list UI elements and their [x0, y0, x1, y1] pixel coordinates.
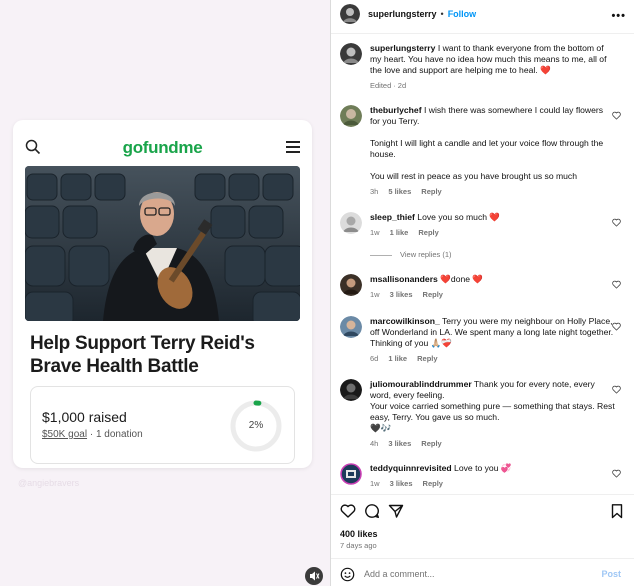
- comment-username[interactable]: sleep_thief: [370, 212, 415, 222]
- comment-time: 4h: [370, 439, 379, 448]
- comment-body: marcowilkinson_ Terry you were my neighb…: [370, 316, 615, 364]
- comment-meta: 6d 1 like Reply: [370, 353, 615, 364]
- comment-icon[interactable]: [364, 503, 380, 519]
- goal-link[interactable]: $50K goal: [42, 429, 87, 440]
- comment-text-line: You will rest in peace as you have broug…: [370, 171, 578, 181]
- comment-meta: 1w 1 like Reply: [370, 227, 615, 238]
- avatar[interactable]: [340, 274, 362, 296]
- comment-text: ❤️done ❤️: [437, 274, 484, 284]
- more-options-icon[interactable]: •••: [611, 10, 626, 22]
- comment-body: juliomourablinddrummer Thank you for eve…: [370, 379, 615, 449]
- reply-button[interactable]: Reply: [417, 354, 437, 363]
- post-media: gofundme Help Support Terry Reid's Brave…: [0, 0, 330, 586]
- comment-text: Love to you 💞: [451, 463, 512, 473]
- comment-meta: 1w 3 likes Reply: [370, 478, 615, 489]
- comment-input[interactable]: Add a comment...: [364, 569, 435, 579]
- comment-username[interactable]: superlungsterry: [370, 43, 435, 53]
- caption-body: superlungsterry I want to thank everyone…: [370, 43, 615, 91]
- comment-likes[interactable]: 3 likes: [390, 290, 413, 299]
- comment-text-line: Tonight I will light a candle and let yo…: [370, 138, 604, 159]
- comment-time: 6d: [370, 354, 379, 363]
- comment-body: teddyquinnrevisited Love to you 💞 1w 3 li…: [370, 463, 615, 489]
- comment-time: 1w: [370, 228, 380, 237]
- comment-time: 3h: [370, 187, 379, 196]
- comment-text-line: Your voice carried something pure — some…: [370, 401, 615, 422]
- heart-icon[interactable]: [612, 322, 621, 331]
- post-button[interactable]: Post: [601, 569, 621, 579]
- avatar[interactable]: [340, 105, 362, 127]
- donation-count: 1 donation: [95, 429, 143, 440]
- reply-button[interactable]: Reply: [421, 439, 441, 448]
- reply-button[interactable]: Reply: [423, 290, 443, 299]
- screen: gofundme Help Support Terry Reid's Brave…: [0, 0, 634, 586]
- gofundme-logo: gofundme: [122, 138, 203, 157]
- comment-time: 1w: [370, 290, 380, 299]
- heart-icon[interactable]: [612, 280, 621, 289]
- comment-body: sleep_thief Love you so much ❤️ 1w 1 like…: [370, 212, 615, 238]
- comment-text: Love you so much ❤️: [414, 212, 501, 222]
- comment-text-line: 🖤🎶: [370, 423, 392, 433]
- divider: [331, 494, 634, 495]
- comments-panel: superlungsterry • Follow ••• superlungst…: [331, 0, 634, 586]
- heart-icon[interactable]: [612, 111, 621, 120]
- avatar[interactable]: [340, 379, 362, 401]
- post-header: superlungsterry • Follow: [340, 3, 476, 25]
- follow-button[interactable]: Follow: [448, 9, 477, 19]
- avatar[interactable]: [340, 43, 362, 65]
- comment-username[interactable]: juliomourablinddrummer: [370, 379, 472, 389]
- hamburger-menu-icon[interactable]: [286, 141, 300, 153]
- gofundme-card[interactable]: gofundme Help Support Terry Reid's Brave…: [13, 120, 312, 468]
- comment-meta: 1w 3 likes Reply: [370, 289, 615, 300]
- header-username[interactable]: superlungsterry: [368, 9, 437, 19]
- comment-meta: 4h 3 likes Reply: [370, 438, 615, 449]
- amount-raised: $1,000 raised: [42, 409, 127, 425]
- bookmark-icon[interactable]: [609, 503, 625, 519]
- add-comment-row: Add a comment... Post: [340, 566, 625, 584]
- watermark: @angiebravers: [18, 478, 80, 488]
- avatar[interactable]: [340, 316, 362, 338]
- comment-username[interactable]: teddyquinnrevisited: [370, 463, 452, 473]
- comment-username[interactable]: msallisonanders: [370, 274, 438, 284]
- comment-likes[interactable]: 5 likes: [388, 187, 411, 196]
- heart-icon[interactable]: [612, 469, 621, 478]
- post-date: 7 days ago: [340, 541, 377, 550]
- comment-likes[interactable]: 1 like: [390, 228, 409, 237]
- campaign-title: Help Support Terry Reid's Brave Health B…: [30, 333, 255, 377]
- comment-likes[interactable]: 1 like: [388, 354, 407, 363]
- progress-percent: 2%: [248, 420, 264, 431]
- comment-likes[interactable]: 3 likes: [390, 479, 413, 488]
- emoji-icon[interactable]: [340, 567, 355, 582]
- comment-meta: 3h 5 likes Reply: [370, 186, 615, 197]
- post-actions: [340, 503, 625, 521]
- divider: [331, 558, 634, 559]
- comment-time: 1w: [370, 479, 380, 488]
- likes-count[interactable]: 400 likes: [340, 529, 378, 539]
- goal-info: $50K goal · 1 donation: [42, 429, 143, 440]
- separator-dot: •: [440, 9, 444, 19]
- like-icon[interactable]: [340, 503, 356, 519]
- comment-username[interactable]: theburlychef: [370, 105, 422, 115]
- comment-body: theburlychef I wish there was somewhere …: [370, 105, 615, 197]
- heart-icon[interactable]: [612, 385, 621, 394]
- comment-likes[interactable]: 3 likes: [388, 439, 411, 448]
- avatar[interactable]: [340, 463, 362, 485]
- reply-button[interactable]: Reply: [421, 187, 441, 196]
- campaign-photo: [25, 166, 300, 321]
- reply-button[interactable]: Reply: [418, 228, 438, 237]
- avatar[interactable]: [340, 4, 360, 24]
- share-icon[interactable]: [388, 503, 404, 519]
- volume-icon[interactable]: [305, 567, 323, 585]
- reply-button[interactable]: Reply: [423, 479, 443, 488]
- caption-meta: Edited · 2d: [370, 81, 407, 90]
- comment-body: msallisonanders ❤️done ❤️ 1w 3 likes Reply: [370, 274, 615, 300]
- donation-progress-box: $1,000 raised $50K goal · 1 donation 2%: [30, 386, 295, 464]
- heart-icon[interactable]: [612, 218, 621, 227]
- divider: [331, 33, 634, 34]
- view-replies-link[interactable]: View replies (1): [370, 250, 452, 259]
- avatar[interactable]: [340, 212, 362, 234]
- comment-username[interactable]: marcowilkinson_: [370, 316, 440, 326]
